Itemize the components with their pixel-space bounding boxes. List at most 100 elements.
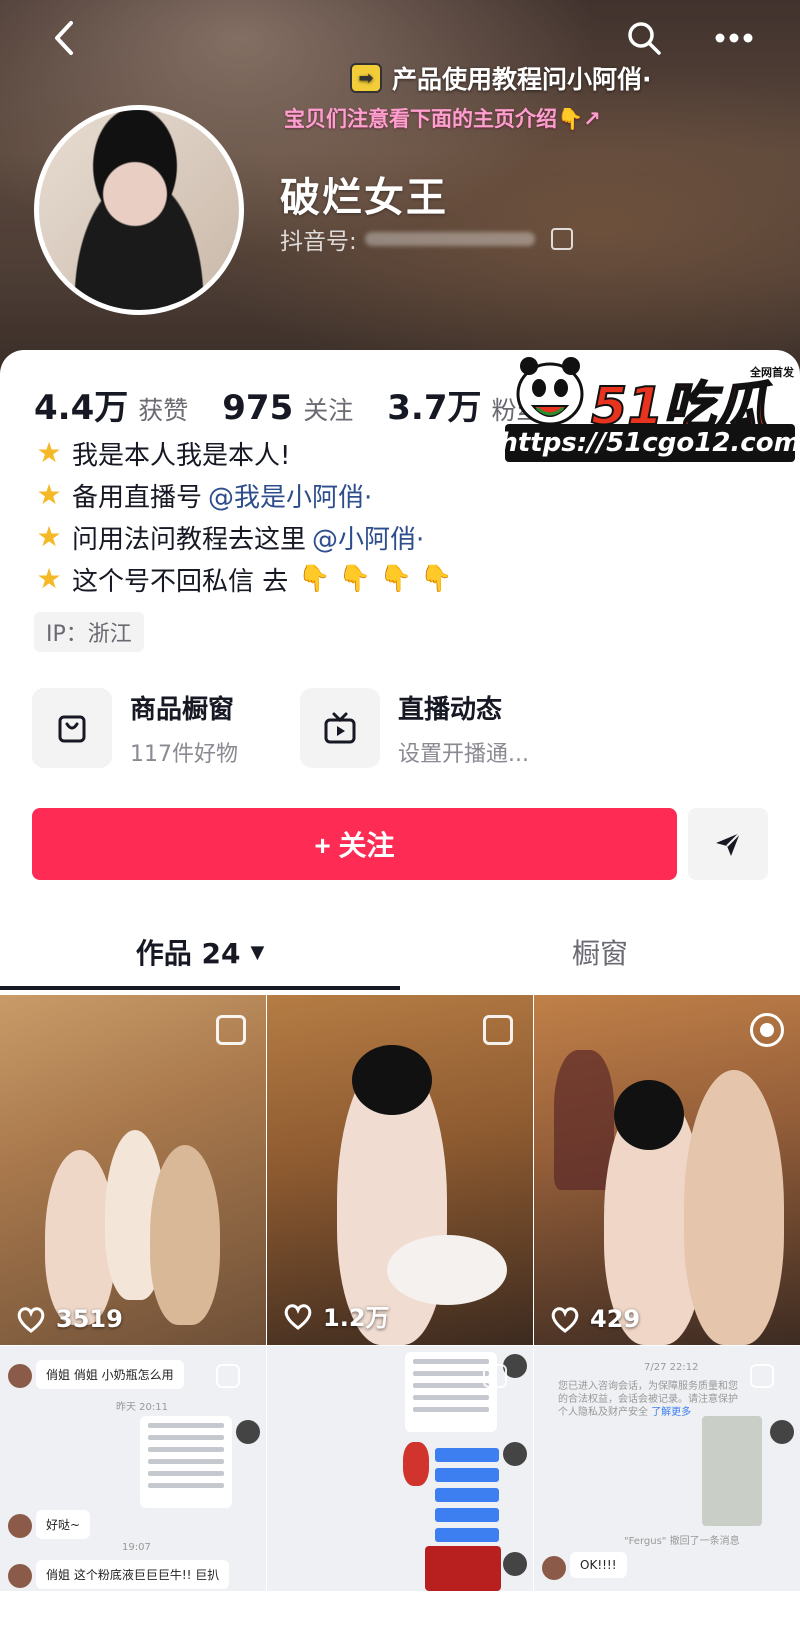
bio-line-2-text: 备用直播号 (72, 482, 203, 513)
bio: ★ 我是本人我是本人! ★ 备用直播号 @我是小阿俏· ★ 问用法问教程去这里 … (34, 432, 774, 600)
chat-time: 7/27 22:12 (644, 1362, 699, 1373)
watermark-tag: 全网首发 (750, 366, 794, 379)
heart-icon (17, 1307, 45, 1333)
thumbnail-plate (387, 1235, 507, 1305)
copy-icon[interactable] (550, 228, 573, 250)
chat-bubble: 好哒~ (36, 1510, 91, 1539)
ip-location-tag: IP：浙江 (34, 612, 144, 652)
star-icon: ★ (36, 436, 62, 469)
chat-avatar (8, 1514, 32, 1538)
video-thumbnail[interactable]: 3519 (0, 995, 266, 1345)
thumbnail-hair (352, 1045, 432, 1115)
back-icon[interactable] (42, 16, 86, 60)
bio-line-1-text: 我是本人我是本人! (72, 440, 291, 471)
star-icon: ★ (36, 478, 62, 511)
bio-line-3-text: 问用法问教程去这里 (72, 524, 307, 555)
chat-recall-notice: "Fergus" 撤回了一条消息 (624, 1536, 740, 1547)
chat-image (702, 1416, 762, 1526)
follow-button[interactable]: + 关注 (32, 808, 677, 880)
shop-window-entry[interactable]: 商品橱窗 117件好物 (32, 688, 238, 768)
chat-avatar (236, 1420, 260, 1444)
chat-button-list (435, 1442, 499, 1548)
panda-logo-icon (516, 357, 584, 426)
video-thumbnail[interactable]: 1.2万 (267, 995, 533, 1345)
send-message-button[interactable] (688, 808, 768, 880)
shop-window-subtitle: 117件好物 (130, 741, 238, 767)
product-bottle-icon (403, 1442, 429, 1486)
video-likes-count: 1.2万 (323, 1304, 390, 1332)
chat-avatar (8, 1564, 32, 1588)
tab-works[interactable]: 作品 24 ▼ (0, 920, 400, 984)
chat-red-card (425, 1546, 501, 1591)
chat-bubble: 俏姐 俏姐 小奶瓶怎么用 (36, 1360, 184, 1389)
arrow-right-icon: ➡ (350, 63, 382, 93)
finger-pointing-down-icon: 👇 👇 👇 👇 (298, 564, 453, 594)
multi-image-icon (483, 1015, 513, 1045)
bio-line-3: ★ 问用法问教程去这里 @小阿俏· (34, 516, 774, 558)
thumbnail-hair (614, 1080, 684, 1150)
video-likes: 3519 (16, 1305, 123, 1333)
douyin-id-redacted (364, 232, 535, 246)
chat-avatar (770, 1420, 794, 1444)
chat-notice-link[interactable]: 了解更多 (651, 1407, 691, 1418)
video-thumbnail[interactable]: 429 (534, 995, 800, 1345)
star-icon: ★ (36, 520, 62, 553)
stat-following-value: 975 (222, 388, 294, 428)
thumbnail-wine-glass (554, 1050, 614, 1190)
video-grid: 3519 1.2万 429 俏姐 俏姐 小奶瓶怎么用 昨天 20:11 好哒~ … (0, 995, 800, 1591)
live-updates-title: 直播动态 (398, 694, 503, 725)
video-likes-count: 3519 (56, 1305, 123, 1333)
stat-likes-value: 4.4万 (34, 388, 129, 428)
chat-avatar (503, 1552, 527, 1576)
video-thumbnail-chat[interactable]: 7/27 22:12 您已进入咨询会话，为保障服务质量和您的合法权益，会话会被记… (534, 1346, 800, 1591)
star-icon: ★ (36, 562, 62, 595)
multi-image-icon (483, 1364, 507, 1388)
live-updates-subtitle: 设置开播通... (398, 741, 529, 767)
heart-icon (284, 1303, 312, 1330)
avatar[interactable] (34, 105, 244, 315)
bio-line-4-text: 这个号不回私信 去 (72, 566, 289, 597)
stats-row: 4.4万 获赞 975 关注 3.7万 粉丝 (34, 380, 576, 429)
paper-plane-icon (716, 832, 741, 856)
multi-image-icon (750, 1364, 774, 1388)
douyin-id-label: 抖音号: (280, 229, 357, 255)
chat-bubble: OK!!!! (570, 1552, 627, 1578)
shopping-bag-icon (32, 688, 112, 768)
cover-promo-line-1: ➡ 产品使用教程问小阿俏· (350, 60, 652, 96)
live-record-icon (750, 1013, 784, 1047)
live-updates-entry[interactable]: 直播动态 设置开播通... (300, 688, 529, 768)
chat-card (405, 1352, 497, 1432)
stat-followers-value: 3.7万 (387, 388, 482, 428)
tab-shop-window[interactable]: 橱窗 (400, 920, 800, 984)
multi-image-icon (216, 1364, 240, 1388)
thumbnail-figure (684, 1070, 784, 1345)
heart-icon (551, 1307, 579, 1333)
thumbnail-figure (150, 1145, 220, 1325)
video-likes: 1.2万 (283, 1298, 390, 1333)
bio-line-2: ★ 备用直播号 @我是小阿俏· (34, 474, 774, 516)
video-thumbnail-chat[interactable]: 俏姐 俏姐 小奶瓶怎么用 昨天 20:11 好哒~ 19:07 俏姐 这个粉底液… (0, 1346, 266, 1591)
promo-text-1: 产品使用教程问小阿俏· (392, 65, 652, 94)
chat-notice-text: 您已进入咨询会话，为保障服务质量和您的合法权益，会话会被记录。请注意保护个人隐私… (558, 1381, 738, 1418)
stat-likes[interactable]: 4.4万 获赞 (34, 380, 188, 429)
chat-notice: 您已进入咨询会话，为保障服务质量和您的合法权益，会话会被记录。请注意保护个人隐私… (558, 1380, 738, 1419)
search-icon[interactable] (622, 16, 666, 60)
chat-time: 19:07 (122, 1542, 151, 1553)
stat-following-label: 关注 (303, 396, 354, 425)
video-thumbnail-chat[interactable] (267, 1346, 533, 1591)
cover-promo-line-2: 宝贝们注意看下面的主页介绍👇↗ (284, 107, 601, 131)
profile-sheet: 4.4万 获赞 975 关注 3.7万 粉丝 51吃瓜 全网首发 https:/… (0, 350, 800, 1631)
stat-following[interactable]: 975 关注 (222, 388, 353, 428)
douyin-id: 抖音号: (280, 222, 573, 256)
mention-link-backup[interactable]: @我是小阿俏· (208, 477, 372, 514)
more-icon[interactable] (712, 16, 756, 60)
shop-window-title: 商品橱窗 (130, 694, 235, 725)
video-likes-count: 429 (590, 1305, 641, 1333)
active-tab-indicator (0, 986, 400, 990)
video-likes: 429 (550, 1305, 640, 1333)
content-tabs: 作品 24 ▼ 橱窗 (0, 920, 800, 996)
chat-avatar (8, 1364, 32, 1388)
caret-down-icon: ▼ (250, 941, 265, 963)
mention-link-tutorial[interactable]: @小阿俏· (312, 519, 424, 556)
tab-works-label: 作品 24 (135, 937, 241, 970)
